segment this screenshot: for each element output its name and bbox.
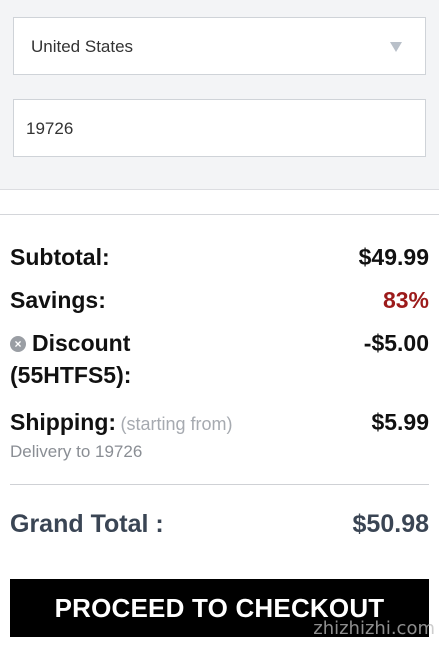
country-select-value: United States xyxy=(31,37,134,56)
chevron-down-icon[interactable] xyxy=(390,42,402,52)
zip-code-value: 19726 xyxy=(26,119,74,138)
country-select[interactable]: United States xyxy=(13,17,426,75)
shipping-label: Shipping: xyxy=(10,409,117,435)
divider xyxy=(0,214,439,215)
subtotal-row: Subtotal: $49.99 xyxy=(10,244,429,271)
discount-code: (55HTFS5): xyxy=(10,362,132,388)
subtotal-label: Subtotal: xyxy=(10,244,110,270)
watermark: zhizhizhi.com xyxy=(313,618,435,639)
discount-value: -$5.00 xyxy=(363,330,429,356)
grand-total-row: Grand Total : $50.98 xyxy=(10,510,429,539)
divider xyxy=(10,484,429,485)
shipping-note: (starting from) xyxy=(120,414,233,434)
savings-value: 83% xyxy=(382,287,429,313)
delivery-text: Delivery to 19726 xyxy=(10,442,143,461)
savings-label: Savings: xyxy=(10,287,106,313)
remove-discount-icon[interactable]: × xyxy=(10,336,26,352)
grand-total-label: Grand Total : xyxy=(10,510,164,538)
shipping-row: Shipping: (starting from) Delivery to 19… xyxy=(10,409,429,462)
subtotal-value: $49.99 xyxy=(358,244,429,270)
grand-total-value: $50.98 xyxy=(352,510,429,538)
shipping-estimate-panel: United States 19726 xyxy=(0,0,439,190)
discount-label: Discount xyxy=(32,330,131,356)
discount-row: × Discount (55HTFS5): -$5.00 xyxy=(10,330,429,389)
shipping-value: $5.99 xyxy=(371,409,429,435)
savings-row: Savings: 83% xyxy=(10,287,429,314)
zip-code-input[interactable]: 19726 xyxy=(13,99,426,157)
